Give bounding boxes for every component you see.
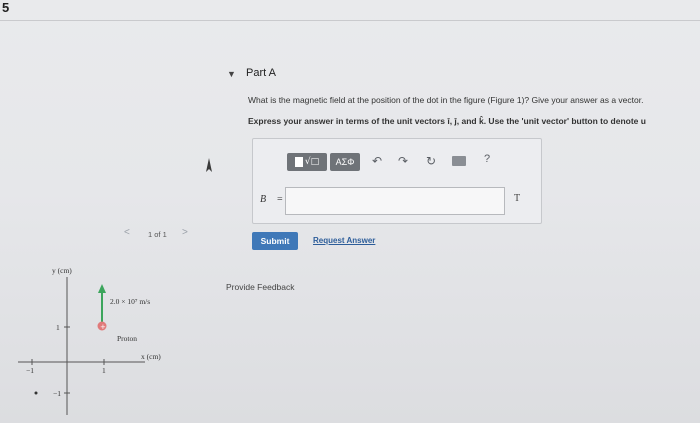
- field-point-dot: [34, 391, 38, 395]
- collapse-caret-icon[interactable]: ▼: [227, 69, 236, 79]
- request-answer-link[interactable]: Request Answer: [313, 236, 375, 245]
- proton-plus-icon: +: [100, 323, 106, 331]
- answer-variable-label: B⃗ =: [260, 194, 284, 205]
- template-square-icon: [294, 157, 303, 167]
- velocity-label: 2.0 × 10⁷ m/s: [110, 297, 150, 306]
- particle-label: Proton: [117, 334, 137, 343]
- pager-prev-button[interactable]: <: [124, 227, 130, 238]
- templates-glyph: √□: [304, 157, 320, 167]
- provide-feedback-link[interactable]: Provide Feedback: [226, 282, 295, 292]
- greek-symbols-button[interactable]: ΑΣΦ: [330, 153, 360, 171]
- help-button[interactable]: ?: [484, 153, 490, 165]
- figure-diagram: + y (cm) x (cm) 2.0 × 10⁷ m/s Proton 1 −…: [18, 266, 161, 415]
- undo-icon[interactable]: ↶: [372, 154, 382, 168]
- answer-input[interactable]: [285, 187, 505, 215]
- templates-button[interactable]: √□: [287, 153, 327, 171]
- velocity-arrowhead: [98, 284, 106, 293]
- submit-button[interactable]: Submit: [252, 232, 298, 250]
- header-divider: [0, 20, 700, 21]
- question-text: What is the magnetic field at the positi…: [248, 95, 644, 105]
- reset-icon[interactable]: ↻: [426, 154, 436, 168]
- pager-next-button[interactable]: >: [182, 227, 188, 238]
- y-axis-label: y (cm): [52, 266, 72, 275]
- page-number: 5: [2, 0, 10, 15]
- part-title[interactable]: Part A: [246, 67, 276, 79]
- pager-text: 1 of 1: [148, 230, 167, 239]
- tick-label-y-pos: 1: [56, 323, 60, 332]
- redo-icon[interactable]: ↷: [398, 154, 408, 168]
- tick-label-x-pos: 1: [102, 366, 106, 375]
- answer-unit: T: [514, 193, 521, 204]
- keyboard-icon[interactable]: [452, 156, 466, 166]
- tick-label-y-neg: −1: [53, 389, 61, 398]
- cursor-pointer-icon: [205, 158, 212, 178]
- x-axis-label: x (cm): [141, 352, 161, 361]
- tick-label-x-neg: −1: [26, 366, 34, 375]
- instruction-text: Express your answer in terms of the unit…: [248, 116, 646, 126]
